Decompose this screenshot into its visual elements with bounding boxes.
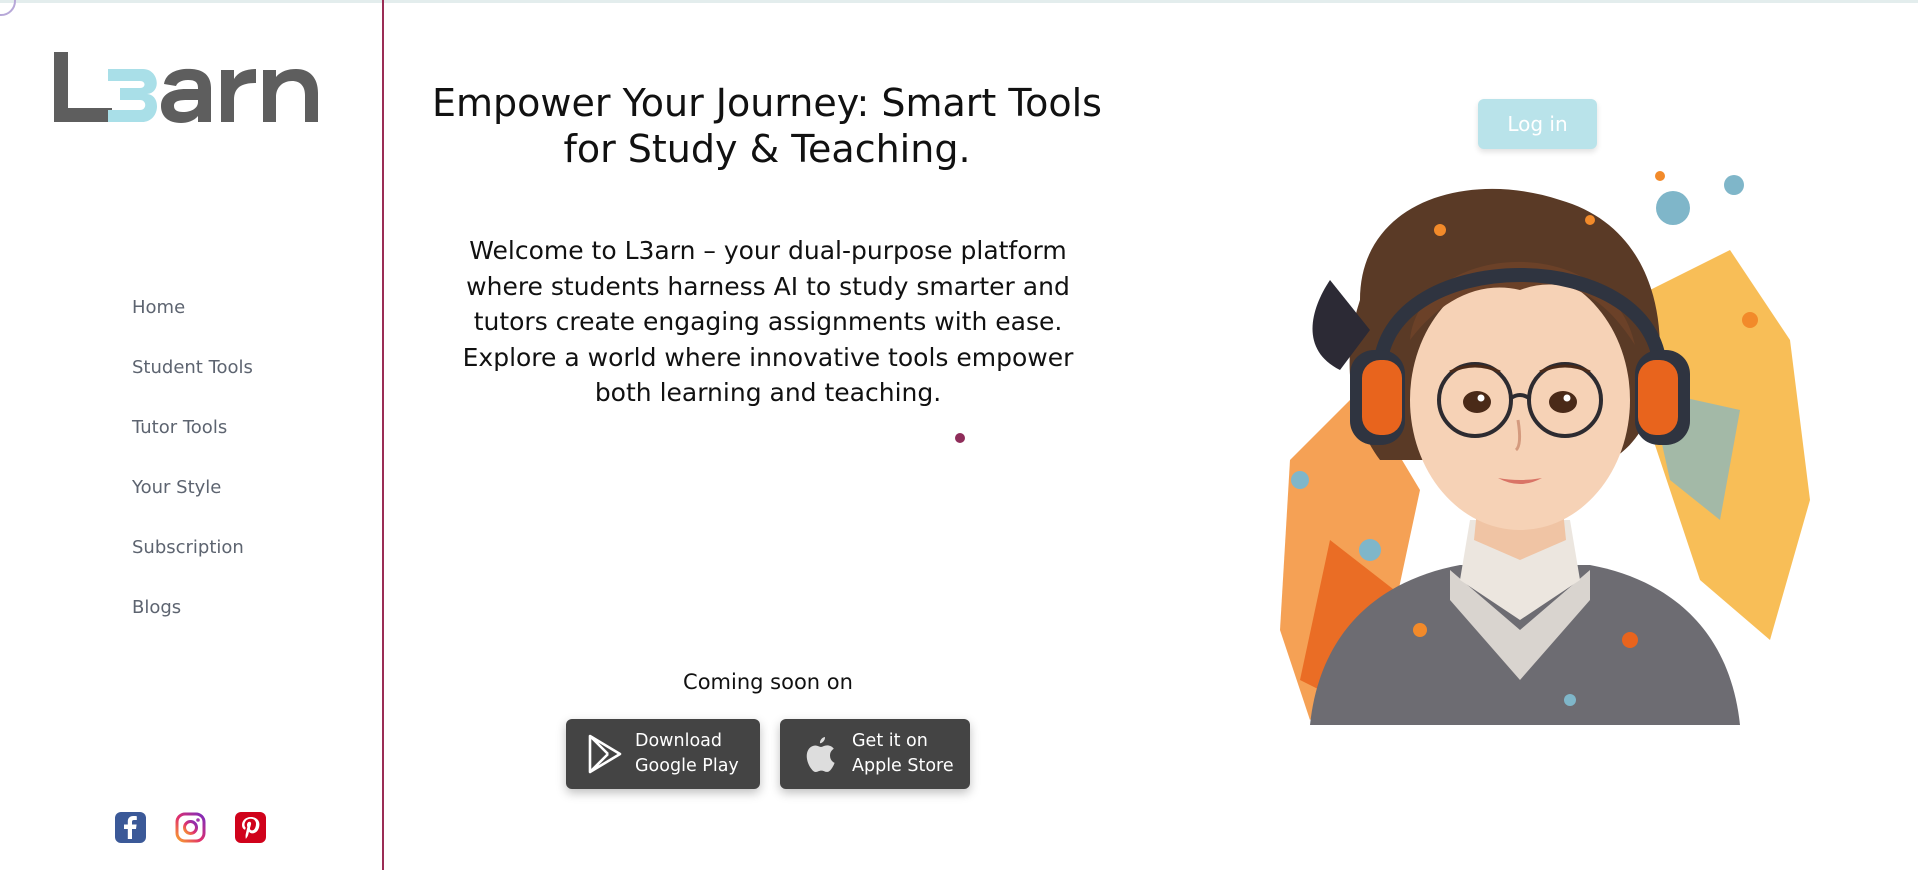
apple-store-line1: Get it on (852, 731, 928, 751)
sidebar: Home Student Tools Tutor Tools Your Styl… (0, 0, 384, 870)
google-play-button[interactable]: Download Google Play (566, 719, 760, 789)
facebook-icon[interactable] (115, 812, 146, 843)
instagram-icon[interactable] (175, 812, 206, 843)
apple-store-line2: Apple Store (852, 756, 954, 776)
social-links (115, 812, 266, 843)
coming-soon-label: Coming soon on (683, 670, 853, 694)
page-title: Empower Your Journey: Smart Tools for St… (432, 81, 1102, 171)
nav-item-home[interactable]: Home (132, 297, 253, 357)
nav-item-tutor-tools[interactable]: Tutor Tools (132, 417, 253, 477)
nav-item-student-tools[interactable]: Student Tools (132, 357, 253, 417)
main-nav: Home Student Tools Tutor Tools Your Styl… (132, 297, 253, 657)
carousel-dot[interactable] (955, 433, 965, 443)
nav-item-your-style[interactable]: Your Style (132, 477, 253, 537)
l3arn-logo[interactable] (50, 48, 335, 128)
nav-item-blogs[interactable]: Blogs (132, 597, 253, 657)
hero-illustration (1280, 171, 1810, 725)
google-play-line1: Download (635, 731, 722, 751)
pinterest-icon[interactable] (235, 812, 266, 843)
google-play-icon (587, 734, 623, 774)
apple-store-button[interactable]: Get it on Apple Store (780, 719, 970, 789)
apple-icon (802, 733, 836, 775)
nav-item-subscription[interactable]: Subscription (132, 537, 253, 597)
login-button[interactable]: Log in (1478, 99, 1597, 149)
intro-paragraph: Welcome to L3arn – your dual-purpose pla… (462, 236, 1074, 407)
google-play-line2: Google Play (635, 756, 739, 776)
